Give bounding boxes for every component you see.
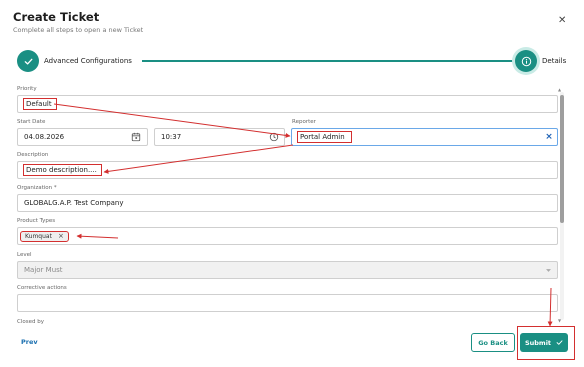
product-type-chip-label: Kumquat: [25, 232, 52, 240]
closed-by-label: Closed by: [17, 319, 44, 325]
dialog-subtitle: Complete all steps to open a new Ticket: [13, 26, 144, 34]
prev-button[interactable]: Prev: [21, 338, 38, 346]
level-value: Major Must: [24, 266, 63, 274]
start-date-label: Start Date: [17, 119, 46, 125]
priority-label: Priority: [17, 86, 37, 92]
start-time-value: 10:37: [161, 133, 182, 141]
submit-highlight-box: [517, 326, 575, 360]
calendar-icon[interactable]: [130, 131, 142, 143]
scrollbar-thumb[interactable]: [560, 95, 564, 223]
organization-value: GLOBALG.A.P. Test Company: [24, 199, 124, 207]
step-completed-check-icon: [17, 50, 39, 72]
step-details-label: Details: [542, 57, 567, 65]
description-value: Demo description....: [23, 164, 102, 176]
priority-select[interactable]: Default: [17, 95, 558, 113]
start-time-input[interactable]: 10:37: [154, 128, 285, 146]
description-input[interactable]: Demo description....: [17, 161, 558, 179]
level-dropdown-arrow-icon: [543, 265, 553, 275]
corrective-actions-label: Corrective actions: [17, 285, 67, 291]
clock-icon[interactable]: [268, 131, 280, 143]
remove-chip-icon[interactable]: ×: [58, 232, 64, 240]
product-types-select[interactable]: Kumquat ×: [17, 227, 558, 245]
step-active-info-icon: [515, 50, 537, 72]
go-back-label: Go Back: [478, 338, 508, 347]
organization-label: Organization *: [17, 185, 57, 191]
close-icon[interactable]: ✕: [558, 16, 566, 26]
start-date-value: 04.08.2026: [24, 133, 65, 141]
start-date-input[interactable]: 04.08.2026: [17, 128, 148, 146]
stepper-progress-line: [142, 60, 514, 62]
step-advanced-configurations-label: Advanced Configurations: [44, 57, 132, 65]
product-types-label: Product Types: [17, 218, 56, 224]
product-type-chip: Kumquat ×: [20, 230, 69, 242]
organization-select[interactable]: GLOBALG.A.P. Test Company: [17, 194, 558, 212]
reporter-label: Reporter: [292, 119, 316, 125]
level-label: Level: [17, 252, 32, 258]
level-select: Major Must: [17, 261, 558, 279]
clear-reporter-icon[interactable]: ×: [543, 131, 555, 143]
reporter-value: Portal Admin: [297, 131, 352, 143]
description-label: Description: [17, 152, 49, 158]
priority-value: Default: [23, 98, 57, 110]
dialog-title: Create Ticket: [13, 10, 100, 24]
go-back-button[interactable]: Go Back: [471, 333, 515, 352]
reporter-select[interactable]: Portal Admin: [291, 128, 558, 146]
scroll-down-arrow-icon[interactable]: ▼: [558, 318, 561, 323]
corrective-actions-input[interactable]: [17, 294, 558, 312]
